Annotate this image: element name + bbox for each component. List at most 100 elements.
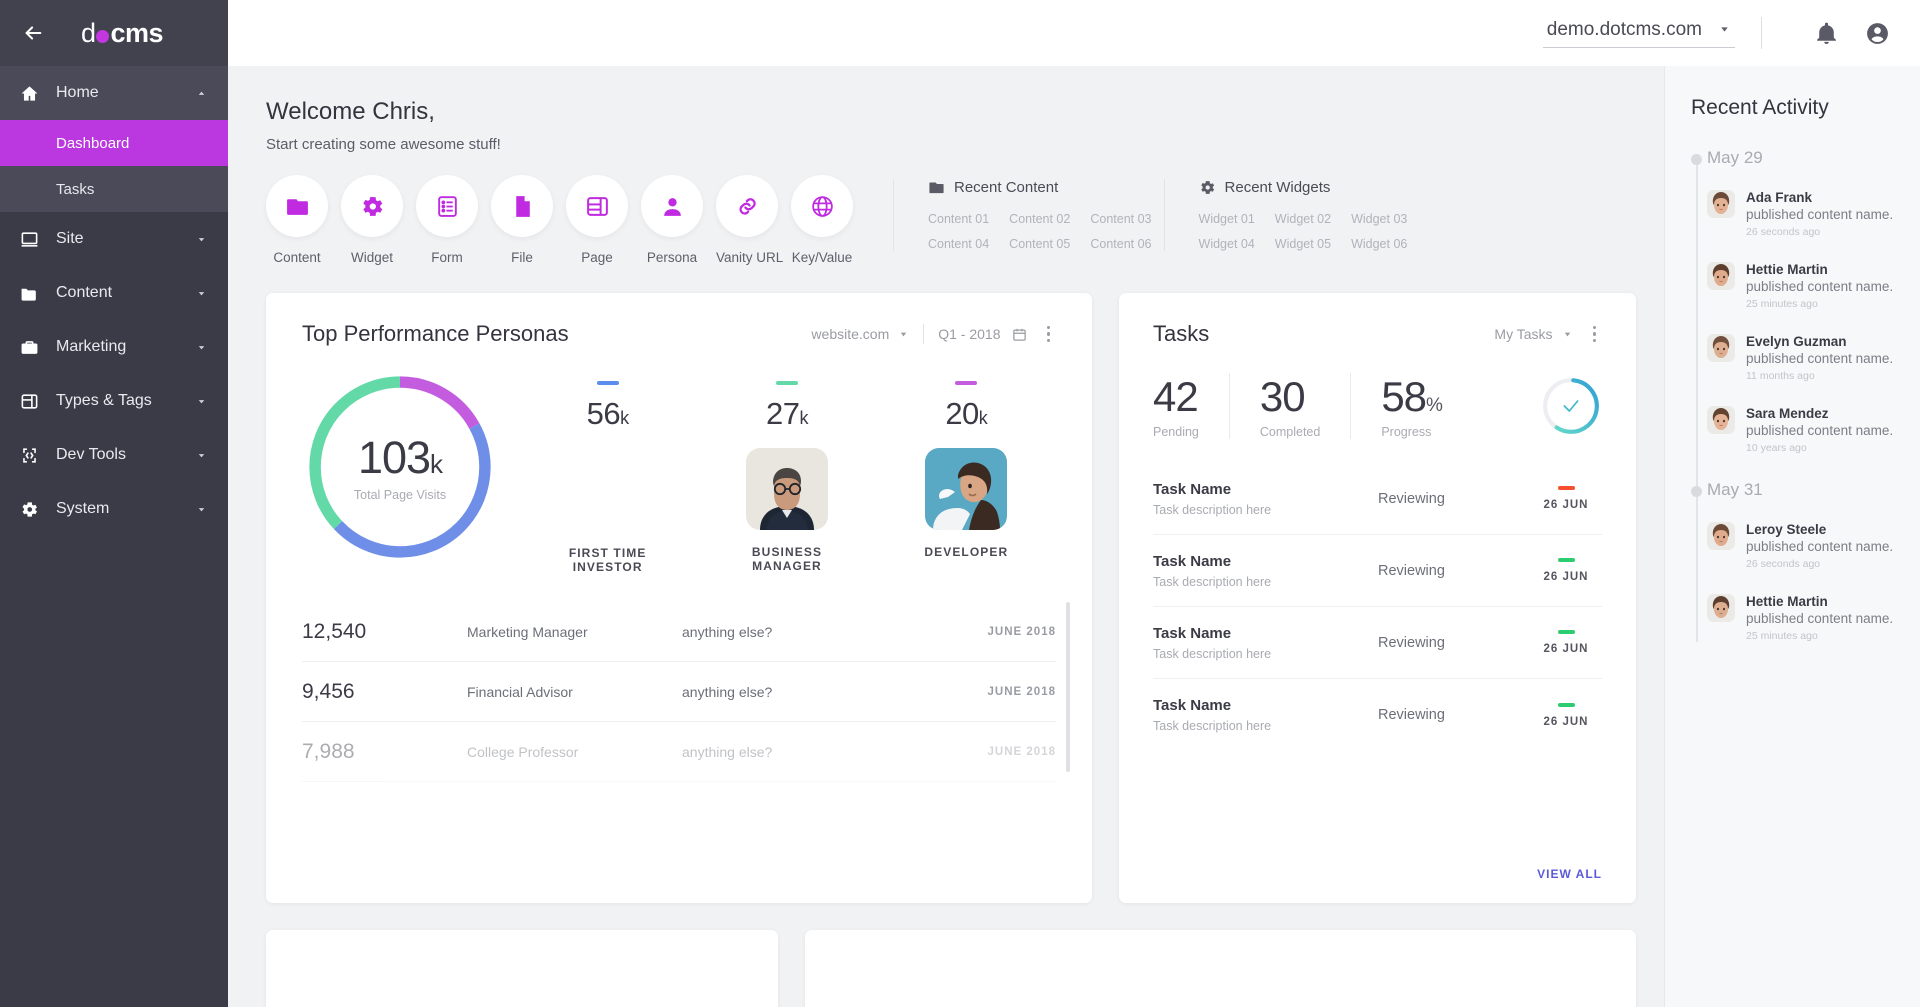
sidebar-item-label: Site — [46, 230, 194, 248]
task-row[interactable]: Task Name Task description here Reviewin… — [1153, 463, 1602, 535]
list-item[interactable]: Evelyn Guzman published content name. 11… — [1707, 334, 1900, 382]
chevron-down-icon — [194, 234, 208, 245]
recent-content-item[interactable]: Content 04 — [928, 237, 989, 251]
persona-row-extra: anything else? — [682, 684, 951, 700]
recent-widget-item[interactable]: Widget 06 — [1351, 237, 1407, 251]
list-item[interactable]: Sara Mendez published content name. 10 y… — [1707, 406, 1900, 454]
list-item[interactable]: Leroy Steele published content name. 26 … — [1707, 522, 1900, 570]
tasks-filter[interactable]: My Tasks — [1494, 326, 1572, 342]
quick-action-form[interactable]: Form — [416, 175, 478, 265]
sidebar-item-home[interactable]: Home — [0, 66, 228, 120]
sidebar-item-tasks[interactable]: Tasks — [0, 166, 228, 212]
donut-caption: Total Page Visits — [354, 488, 446, 502]
task-priority-bar — [1558, 703, 1575, 707]
chevron-down-icon — [194, 396, 208, 407]
donut-value-number: 103 — [358, 432, 430, 483]
quick-action-vanity-url[interactable]: Vanity URL — [716, 175, 778, 265]
task-row[interactable]: Task Name Task description here Reviewin… — [1153, 679, 1602, 751]
task-row[interactable]: Task Name Task description here Reviewin… — [1153, 607, 1602, 679]
monitor-icon — [20, 230, 46, 249]
personas-date-filter[interactable]: Q1 - 2018 — [938, 326, 1026, 342]
quick-action-content[interactable]: Content — [266, 175, 328, 265]
recent-content-item[interactable]: Content 02 — [1009, 212, 1070, 226]
site-selector[interactable]: demo.dotcms.com — [1543, 19, 1735, 48]
arrow-left-icon[interactable] — [18, 18, 48, 48]
quick-row: Content Widget Form — [266, 175, 1636, 265]
task-row[interactable]: Task Name Task description here Reviewin… — [1153, 535, 1602, 607]
persona-label: BUSINESS MANAGER — [718, 545, 856, 573]
persona-photo-business-manager — [746, 448, 828, 530]
table-row[interactable]: 12,540 Marketing Manager anything else? … — [302, 602, 1056, 662]
sidebar-item-types-and-tags[interactable]: Types & Tags — [0, 374, 228, 428]
task-name: Task Name — [1153, 697, 1368, 714]
table-row[interactable]: 7,988 College Professor anything else? J… — [302, 722, 1056, 782]
view-all-link[interactable]: VIEW ALL — [1537, 867, 1602, 881]
task-status: Reviewing — [1368, 707, 1530, 723]
persona-row-date: JUNE 2018 — [951, 746, 1056, 758]
sidebar-item-dashboard[interactable]: Dashboard — [0, 120, 228, 166]
quick-action-persona[interactable]: Persona — [641, 175, 703, 265]
page-layout-icon — [566, 175, 628, 237]
recent-widget-item[interactable]: Widget 05 — [1275, 237, 1331, 251]
avatar — [1707, 190, 1735, 218]
sidebar-item-site[interactable]: Site — [0, 212, 228, 266]
activity-user: Hettie Martin — [1746, 262, 1900, 277]
quick-action-label: Page — [566, 250, 628, 265]
recent-widget-item[interactable]: Widget 01 — [1199, 212, 1255, 226]
more-vertical-icon[interactable] — [1587, 323, 1603, 346]
persona-row-visits: 9,456 — [302, 680, 467, 704]
quick-action-page[interactable]: Page — [566, 175, 628, 265]
personas-scrollbar[interactable] — [1066, 602, 1070, 772]
list-item[interactable]: Hettie Martin published content name. 25… — [1707, 594, 1900, 642]
persona-visits-number: 56 — [587, 396, 620, 431]
recent-widgets-panel: Recent Widgets Widget 01 Widget 02 Widge… — [1164, 179, 1408, 251]
quick-action-file[interactable]: File — [491, 175, 553, 265]
bottom-card-right[interactable] — [805, 930, 1636, 1007]
bottom-card-left[interactable] — [266, 930, 778, 1007]
persona-color-dash — [955, 381, 977, 385]
task-date: 26 JUN — [1530, 716, 1602, 728]
recent-content-item[interactable]: Content 06 — [1090, 237, 1151, 251]
list-item[interactable]: Ada Frank published content name. 26 sec… — [1707, 190, 1900, 238]
personas-site-filter[interactable]: website.com — [811, 326, 909, 342]
quick-action-widget[interactable]: Widget — [341, 175, 403, 265]
donut-total-value: 103k — [358, 432, 442, 484]
recent-widget-item[interactable]: Widget 04 — [1199, 237, 1255, 251]
table-row[interactable]: 9,456 Financial Advisor anything else? J… — [302, 662, 1056, 722]
tasks-stat-label: Completed — [1260, 425, 1320, 439]
activity-time: 26 seconds ago — [1746, 226, 1900, 238]
avatar — [1707, 594, 1735, 622]
tools-divider — [923, 324, 924, 344]
check-icon — [1540, 375, 1602, 437]
tasks-card-title: Tasks — [1153, 321, 1209, 347]
sidebar-item-marketing[interactable]: Marketing — [0, 320, 228, 374]
sidebar-item-system[interactable]: System — [0, 482, 228, 536]
bell-icon[interactable] — [1814, 21, 1839, 46]
task-status: Reviewing — [1368, 635, 1530, 651]
recent-content-title: Recent Content — [954, 179, 1058, 196]
task-main: Task Name Task description here — [1153, 697, 1368, 733]
avatar-photo — [1707, 334, 1735, 362]
recent-content-item[interactable]: Content 03 — [1090, 212, 1151, 226]
more-vertical-icon[interactable] — [1041, 323, 1057, 346]
list-item[interactable]: Hettie Martin published content name. 25… — [1707, 262, 1900, 310]
activity-user: Leroy Steele — [1746, 522, 1900, 537]
persona-visits-number: 20 — [945, 396, 978, 431]
sidebar-item-dev-tools[interactable]: Dev Tools — [0, 428, 228, 482]
recent-widgets-title: Recent Widgets — [1225, 179, 1331, 196]
chevron-up-icon — [194, 88, 208, 99]
task-date: 26 JUN — [1530, 643, 1602, 655]
recent-widget-item[interactable]: Widget 02 — [1275, 212, 1331, 226]
persona-photo-developer — [925, 448, 1007, 530]
avatar-photo — [1707, 262, 1735, 290]
recent-content-item[interactable]: Content 05 — [1009, 237, 1070, 251]
recent-widget-item[interactable]: Widget 03 — [1351, 212, 1407, 226]
topbar: demo.dotcms.com — [228, 0, 1920, 66]
account-circle-icon[interactable] — [1865, 21, 1890, 46]
recent-content-item[interactable]: Content 01 — [928, 212, 989, 226]
task-main: Task Name Task description here — [1153, 625, 1368, 661]
quick-action-key-value[interactable]: Key/Value — [791, 175, 853, 265]
sidebar-item-content[interactable]: Content — [0, 266, 228, 320]
activity-time: 11 months ago — [1746, 370, 1900, 382]
recent-activity-title: Recent Activity — [1691, 96, 1900, 120]
